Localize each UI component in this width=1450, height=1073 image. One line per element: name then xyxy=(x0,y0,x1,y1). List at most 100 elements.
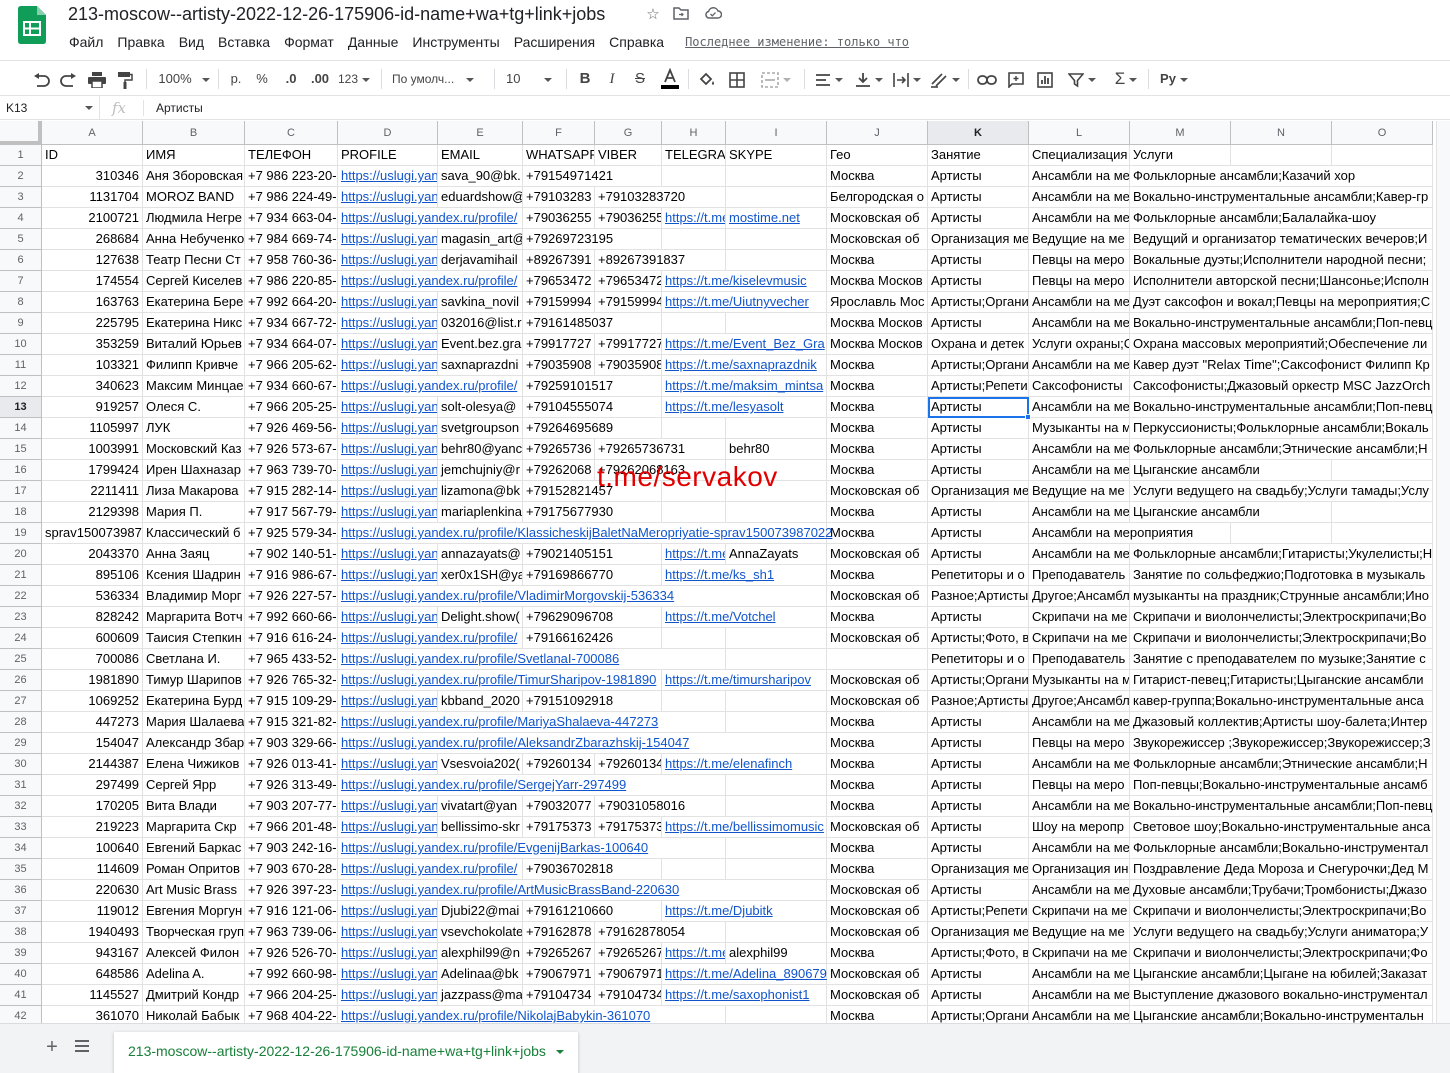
cell[interactable]: Москва xyxy=(827,502,928,523)
cell[interactable] xyxy=(662,859,726,880)
cell[interactable]: Мария Шалаева xyxy=(143,712,245,733)
cell[interactable]: Лиза Макарова xyxy=(143,481,245,502)
cell[interactable]: +7 934 664-07- xyxy=(245,334,338,355)
cell[interactable]: Алексей Филон xyxy=(143,943,245,964)
cell[interactable]: Москва xyxy=(827,460,928,481)
cell[interactable]: Москва xyxy=(827,712,928,733)
cell[interactable]: Московская об xyxy=(827,880,928,901)
column-header[interactable]: G xyxy=(595,121,662,145)
cell[interactable]: 114609 xyxy=(42,859,143,880)
column-header[interactable]: A xyxy=(42,121,143,145)
cell[interactable]: 536334 xyxy=(42,586,143,607)
cell[interactable]: Перкуссионисты;Фольклорные ансамбли;Вока… xyxy=(1130,418,1433,439)
cell[interactable]: Световое шоу;Вокально-инструментальные а… xyxy=(1130,817,1433,838)
bold-button[interactable]: B xyxy=(575,67,595,91)
cell[interactable]: Белгородская о xyxy=(827,187,928,208)
cell[interactable]: Ансамбли на ме xyxy=(1029,838,1130,859)
cell[interactable]: +79917727 xyxy=(523,334,595,355)
cell[interactable]: +79035908 xyxy=(595,355,662,376)
name-box[interactable]: K13 xyxy=(0,96,100,120)
cell[interactable]: Артисты xyxy=(928,523,1029,544)
cell[interactable]: Людмила Негре xyxy=(143,208,245,229)
cell[interactable]: Московская об xyxy=(827,544,928,565)
cell[interactable]: Скрипачи на ме xyxy=(1029,607,1130,628)
cell[interactable]: Артисты xyxy=(928,754,1029,775)
column-title-cell[interactable]: PROFILE xyxy=(338,145,438,166)
cell[interactable]: Ансамбли на ме xyxy=(1029,754,1130,775)
cell[interactable]: Услуги ведущего на свадьбу;Услуги анимат… xyxy=(1130,922,1433,943)
cell[interactable]: Москва xyxy=(827,754,928,775)
row-header[interactable]: 32 xyxy=(0,796,42,817)
cell[interactable]: Москва xyxy=(827,1006,928,1023)
row-header[interactable]: 21 xyxy=(0,565,42,586)
row-header[interactable]: 1 xyxy=(0,145,42,166)
cell[interactable]: Екатерина Бурд xyxy=(143,691,245,712)
cell[interactable]: https://uslugi.yan xyxy=(338,901,438,922)
cell[interactable]: Вокально-инструментальные ансамбли;Кавер… xyxy=(1130,187,1433,208)
cell[interactable]: sava_90@bk. xyxy=(438,166,523,187)
cell[interactable]: https://uslugi.yan xyxy=(338,922,438,943)
cell[interactable]: Ведущие на ме xyxy=(1029,229,1130,250)
cell[interactable]: kbband_2020 xyxy=(438,691,523,712)
cell[interactable]: https://uslugi.yan xyxy=(338,355,438,376)
cell[interactable] xyxy=(1332,523,1433,544)
cell[interactable]: Творческая груп xyxy=(143,922,245,943)
menu-tools[interactable]: Инструменты xyxy=(405,32,506,52)
cell[interactable]: https://uslugi.yan xyxy=(338,691,438,712)
cell[interactable]: https://uslugi.yan xyxy=(338,796,438,817)
cell[interactable]: Ксения Шадрин xyxy=(143,565,245,586)
cell[interactable]: https://uslugi.yan xyxy=(338,481,438,502)
fill-color-icon[interactable] xyxy=(696,67,718,91)
cell[interactable]: +7 984 669-74- xyxy=(245,229,338,250)
cell[interactable]: +79036255 xyxy=(523,208,595,229)
cell[interactable]: Москва xyxy=(827,250,928,271)
cell[interactable]: Классический б xyxy=(143,523,245,544)
cell[interactable]: https://t.me/lesyasolt xyxy=(662,397,827,418)
row-header[interactable]: 13 xyxy=(0,397,42,418)
cell[interactable]: +7 926 469-56- xyxy=(245,418,338,439)
column-header[interactable]: H xyxy=(662,121,726,145)
row-header[interactable]: 2 xyxy=(0,166,42,187)
cell[interactable]: Репетиторы и о xyxy=(928,649,1029,670)
cell[interactable]: 1131704 xyxy=(42,187,143,208)
cell[interactable]: magasin_art@ xyxy=(438,229,523,250)
cell[interactable]: Москва xyxy=(827,838,928,859)
cell[interactable]: +7 926 573-67- xyxy=(245,439,338,460)
cell[interactable]: solt-olesya@ xyxy=(438,397,523,418)
cell[interactable]: Артисты xyxy=(928,271,1029,292)
cell[interactable]: Тимур Шарипов xyxy=(143,670,245,691)
cell[interactable]: +79653472 xyxy=(595,271,662,292)
row-header[interactable]: 4 xyxy=(0,208,42,229)
column-title-cell[interactable] xyxy=(1332,145,1433,166)
row-header[interactable]: 36 xyxy=(0,880,42,901)
row-header[interactable]: 11 xyxy=(0,355,42,376)
cell[interactable]: 032016@list.r xyxy=(438,313,523,334)
cell[interactable]: Артисты;Репети xyxy=(928,376,1029,397)
cell[interactable]: Артисты;Органи xyxy=(928,355,1029,376)
cell[interactable]: Александр Збар xyxy=(143,733,245,754)
cell[interactable]: Ансамбли на ме xyxy=(1029,355,1130,376)
cell[interactable]: Московская об xyxy=(827,208,928,229)
cell[interactable]: Ансамбли на ме xyxy=(1029,544,1130,565)
sheets-logo-icon[interactable] xyxy=(18,6,46,44)
cell[interactable]: +7 986 223-20- xyxy=(245,166,338,187)
cell[interactable]: Евгения Моргун xyxy=(143,901,245,922)
cell[interactable]: +7 926 227-57- xyxy=(245,586,338,607)
cell[interactable]: Москва xyxy=(827,565,928,586)
cell[interactable]: Анна Заяц xyxy=(143,544,245,565)
font-family-select[interactable]: По умолч... xyxy=(392,67,486,91)
cell[interactable]: Вита Влади xyxy=(143,796,245,817)
cell[interactable]: Поздравление Деда Мороза и Снегурочки;Де… xyxy=(1130,859,1433,880)
cell[interactable]: +79161485037 xyxy=(523,313,662,334)
cell[interactable]: Артисты;Органи xyxy=(928,670,1029,691)
cell[interactable]: AnnaZayats xyxy=(726,544,827,565)
cell[interactable]: https://t.me/Votchel xyxy=(662,607,827,628)
cell[interactable]: +7 963 739-06- xyxy=(245,922,338,943)
column-header[interactable]: I xyxy=(726,121,827,145)
cell[interactable]: Москва xyxy=(827,523,928,544)
cell[interactable]: https://t.me/saxnaprazdnik xyxy=(662,355,827,376)
row-header[interactable]: 8 xyxy=(0,292,42,313)
cell[interactable]: Vsesvoia202( xyxy=(438,754,523,775)
row-header[interactable]: 40 xyxy=(0,964,42,985)
cell[interactable]: https://t.me/Djubitk xyxy=(662,901,827,922)
